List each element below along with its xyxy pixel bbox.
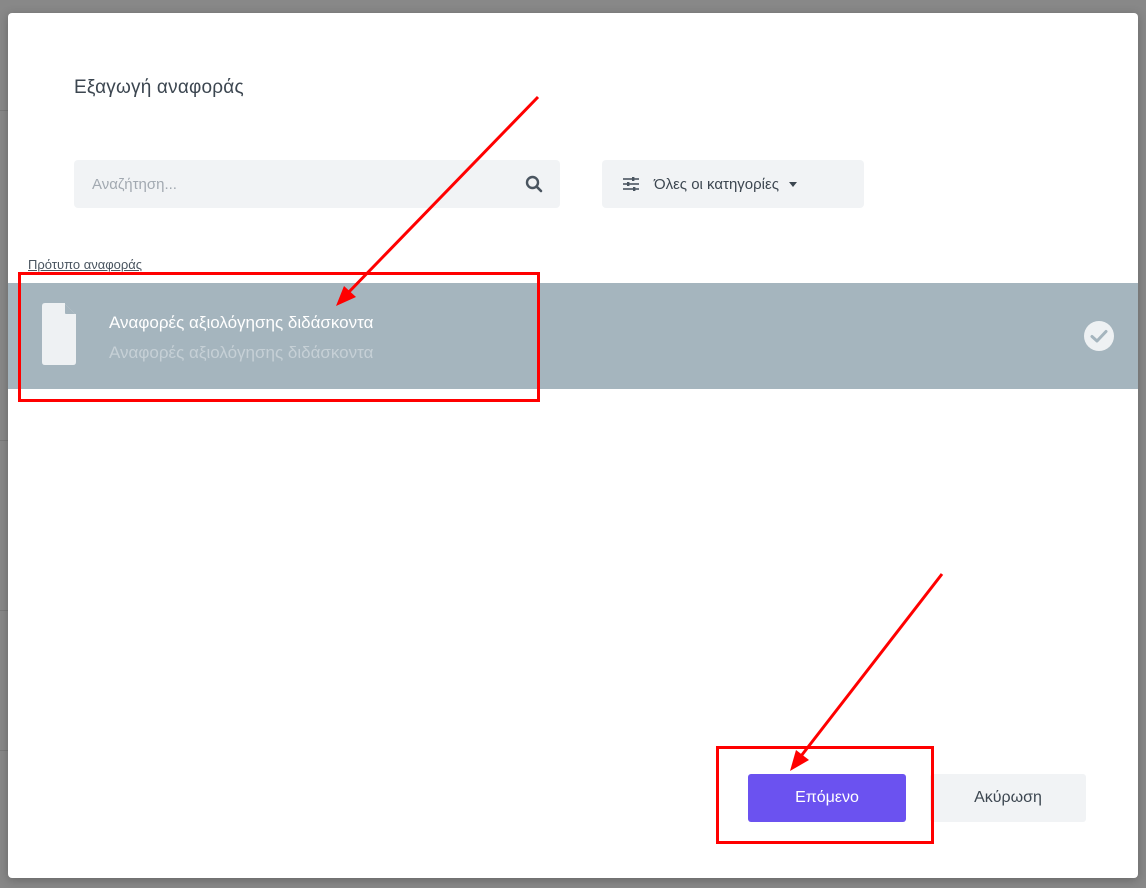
- template-item[interactable]: Αναφορές αξιολόγησης διδάσκοντα Αναφορές…: [8, 283, 1138, 389]
- template-subtitle: Αναφορές αξιολόγησης διδάσκοντα: [109, 343, 374, 362]
- dialog-title: Εξαγωγή αναφοράς: [74, 77, 244, 98]
- backdrop-divider: [0, 440, 8, 441]
- backdrop-divider: [0, 110, 8, 111]
- sliders-icon: [623, 177, 639, 191]
- caret-down-icon: [788, 181, 797, 187]
- document-icon: [42, 303, 76, 365]
- search-input[interactable]: [74, 160, 514, 208]
- export-report-dialog: Εξαγωγή αναφοράς Όλες οι κατηγορίες Πρότ…: [8, 13, 1138, 878]
- check-circle-icon: [1084, 321, 1114, 351]
- category-filter-dropdown[interactable]: Όλες οι κατηγορίες: [602, 160, 864, 208]
- category-filter-label: Όλες οι κατηγορίες: [654, 175, 779, 193]
- next-button[interactable]: Επόμενο: [748, 774, 906, 822]
- section-label: Πρότυπο αναφοράς: [28, 257, 143, 272]
- search-box: [74, 160, 560, 208]
- backdrop-divider: [0, 750, 8, 751]
- cancel-button[interactable]: Ακύρωση: [930, 774, 1086, 822]
- search-icon[interactable]: [524, 174, 544, 194]
- template-title: Αναφορές αξιολόγησης διδάσκοντα: [109, 313, 374, 332]
- backdrop-divider: [0, 610, 8, 611]
